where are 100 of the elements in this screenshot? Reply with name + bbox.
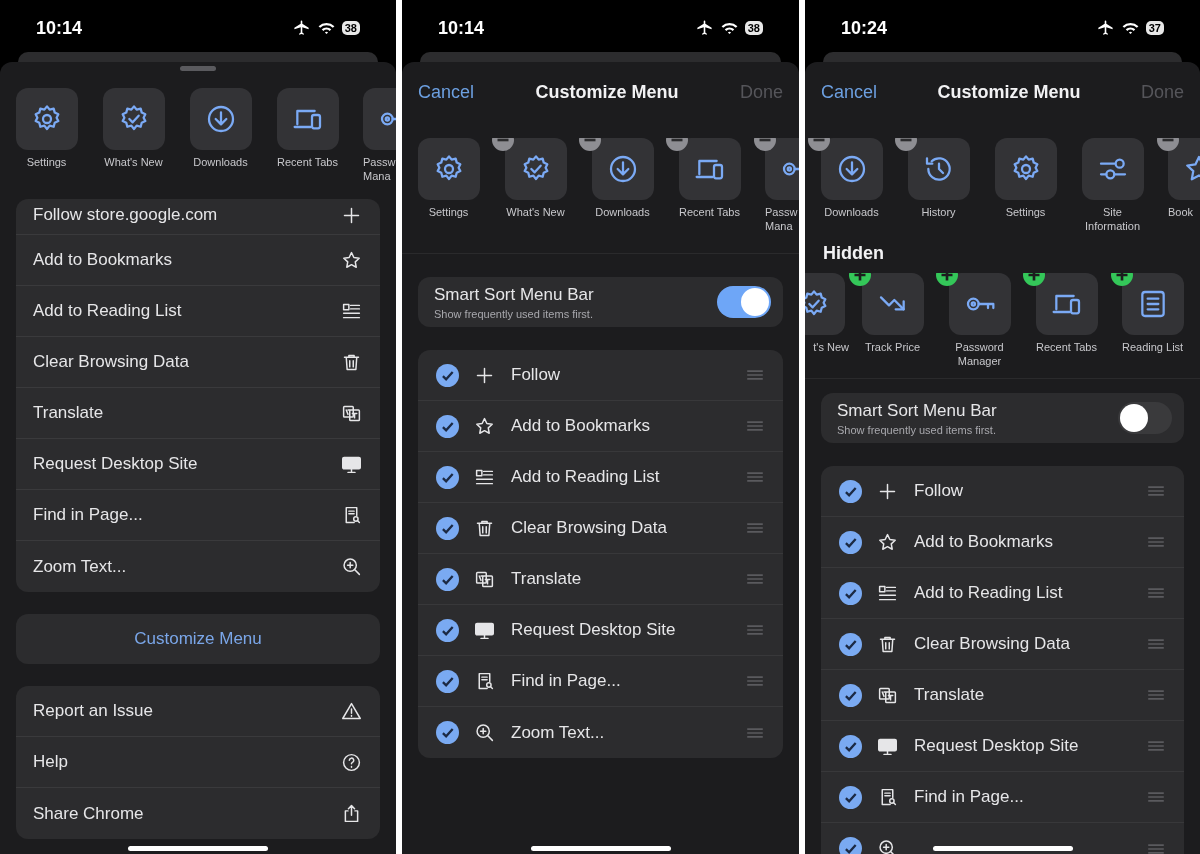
menu-item[interactable]: Translate: [16, 388, 380, 439]
tile-label: Passw Mana: [765, 205, 798, 233]
menu-item-label: Follow: [914, 481, 965, 501]
menu-item[interactable]: Share Chrome: [16, 788, 380, 839]
menu-item[interactable]: Request Desktop Site: [16, 439, 380, 490]
status-time: 10:24: [841, 17, 888, 39]
checkbox[interactable]: [436, 669, 459, 693]
customize-menu-button[interactable]: Customize Menu: [16, 614, 380, 664]
checkbox[interactable]: [839, 683, 862, 707]
tile-label: Recent Tabs: [277, 155, 338, 169]
battery-level: 38: [344, 22, 357, 34]
checkbox[interactable]: [839, 734, 862, 758]
checkbox[interactable]: [839, 479, 862, 503]
menu-item-label: Request Desktop Site: [511, 620, 677, 640]
tile-label: Downloads: [193, 155, 248, 169]
checkbox[interactable]: [436, 618, 459, 642]
toggle-switch[interactable]: [717, 286, 771, 318]
toggle-switch[interactable]: [1118, 402, 1172, 434]
menu-item[interactable]: Help: [16, 737, 380, 788]
checkbox[interactable]: [436, 363, 459, 387]
tile-label: Passw Mana: [363, 155, 396, 183]
menu-item[interactable]: Find in Page...: [16, 490, 380, 541]
checkbox[interactable]: [839, 530, 862, 554]
menu-item-label: Add to Reading List: [914, 583, 1064, 603]
tile-label: What's New: [506, 205, 565, 219]
menu-action-tile[interactable]: [1035, 273, 1098, 335]
menu-item[interactable]: Zoom Text...: [16, 541, 380, 592]
menu-item-label: Request Desktop Site: [914, 736, 1080, 756]
section-title: Hidden: [822, 242, 885, 265]
menu-action-tile[interactable]: [15, 88, 78, 150]
tile-label: Recent Tabs: [679, 205, 740, 219]
sheet-handle: [180, 66, 216, 71]
checkbox[interactable]: [839, 837, 862, 854]
menu-action-tile[interactable]: [907, 138, 970, 200]
menu-action-tile[interactable]: [1081, 138, 1144, 200]
airplane-icon: [694, 18, 714, 38]
tile-label: Reading List: [1122, 340, 1184, 354]
checkbox[interactable]: [839, 581, 862, 605]
menu-action-tile[interactable]: [994, 138, 1057, 200]
menu-action-tile[interactable]: [504, 138, 567, 200]
menu-action-tile[interactable]: [276, 88, 339, 150]
star-icon: [877, 531, 898, 553]
tile-label: What's New: [104, 155, 163, 169]
menu-action-tile[interactable]: [820, 138, 883, 200]
menu-item[interactable]: Report an Issue: [16, 686, 380, 737]
cancel-button[interactable]: Cancel: [821, 81, 878, 103]
menu-action-tile[interactable]: [102, 88, 165, 150]
tile-label: History: [921, 205, 956, 219]
zoom-icon: [474, 722, 495, 743]
plus-icon: [341, 205, 362, 226]
sheet-title: Customize Menu: [535, 81, 679, 103]
tile-label: Settings: [1005, 205, 1046, 219]
menu-item-label: Clear Browsing Data: [511, 518, 668, 538]
setting-title: Smart Sort Menu Bar: [837, 400, 997, 421]
checkbox[interactable]: [436, 414, 459, 438]
menu-item-label: Find in Page...: [914, 787, 1025, 807]
battery-level: 38: [747, 22, 760, 34]
checkbox[interactable]: [436, 465, 459, 489]
menu-item-label: Add to Reading List: [511, 467, 661, 487]
menu-action-tile[interactable]: [1122, 273, 1184, 335]
star-icon: [341, 249, 362, 271]
checkbox[interactable]: [839, 785, 862, 809]
setting-description: Show frequently used items first.: [837, 423, 997, 436]
menu-item[interactable]: Clear Browsing Data: [16, 337, 380, 388]
menu-action-tile[interactable]: [189, 88, 252, 150]
tile-label: Settings: [26, 155, 67, 169]
warning-icon: [341, 700, 362, 722]
menu-action-tile[interactable]: [948, 273, 1011, 335]
setting-title: Smart Sort Menu Bar: [434, 284, 594, 305]
menu-item-label: Zoom Text...: [511, 722, 606, 743]
zoom-icon: [341, 556, 362, 577]
airplane-icon: [291, 18, 311, 38]
cancel-button[interactable]: Cancel: [418, 81, 475, 103]
menu-item-label: Add to Bookmarks: [511, 416, 651, 436]
checkbox[interactable]: [839, 632, 862, 656]
menu-item-label: Clear Browsing Data: [914, 634, 1071, 654]
menu-action-tile[interactable]: [861, 273, 924, 335]
tile-label: Password Manager: [955, 340, 1004, 368]
status-time: 10:14: [36, 17, 83, 39]
menu-item-label: Follow: [511, 365, 562, 385]
menu-action-tile[interactable]: [417, 138, 480, 200]
menu-action-tile[interactable]: [678, 138, 741, 200]
tile-label: Settings: [428, 205, 469, 219]
checkbox[interactable]: [436, 721, 459, 744]
setting-description: Show frequently used items first.: [434, 307, 594, 320]
menu-item[interactable]: Add to Reading List: [16, 286, 380, 337]
help-icon: [341, 751, 362, 773]
tile-label: Downloads: [824, 205, 879, 219]
tile-label: t's New: [812, 340, 849, 354]
checkbox[interactable]: [436, 567, 459, 591]
menu-item-label: Translate: [511, 569, 583, 589]
checkbox[interactable]: [436, 516, 459, 540]
menu-action-tile[interactable]: [591, 138, 654, 200]
tile-label: Downloads: [595, 205, 650, 219]
menu-item[interactable]: Add to Bookmarks: [16, 235, 380, 286]
menu-item-label: Add to Bookmarks: [914, 532, 1054, 552]
menu-item[interactable]: Follow store.google.com: [16, 199, 380, 235]
menu-item-label: Find in Page...: [511, 671, 622, 691]
sheet-title: Customize Menu: [937, 81, 1081, 103]
status-time: 10:14: [438, 17, 485, 39]
